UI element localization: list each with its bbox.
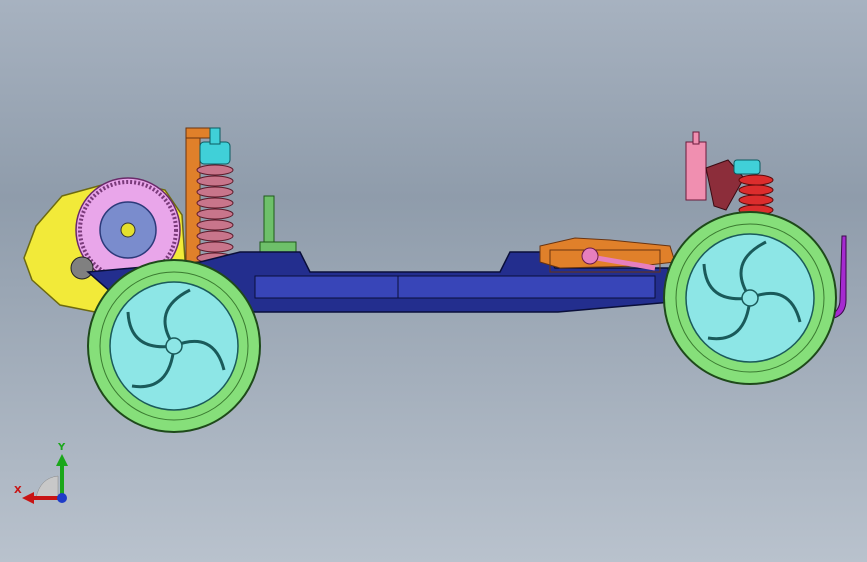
pinion-gear [70,256,94,280]
y-axis-arrow-icon [56,454,68,466]
chassis-model[interactable] [0,0,867,562]
rear-body-post[interactable] [685,141,707,201]
rear-shock-cap[interactable] [733,159,761,175]
body-post[interactable] [263,195,275,245]
y-axis-label: Y [58,442,66,453]
front-wheel[interactable] [663,211,837,385]
front-shock-cap[interactable] [199,141,231,165]
x-axis-label: X [14,485,22,496]
rear-wheel[interactable] [87,259,261,433]
steering-bracket[interactable] [539,237,676,269]
front-shock-spring[interactable] [196,164,234,264]
rear-shock-spring[interactable] [738,174,774,216]
z-axis-dot-icon [57,493,67,503]
orientation-triad: Y X [14,440,74,510]
cad-graphics-viewport[interactable]: Y X [0,0,867,562]
x-axis-arrow-icon [22,492,34,504]
